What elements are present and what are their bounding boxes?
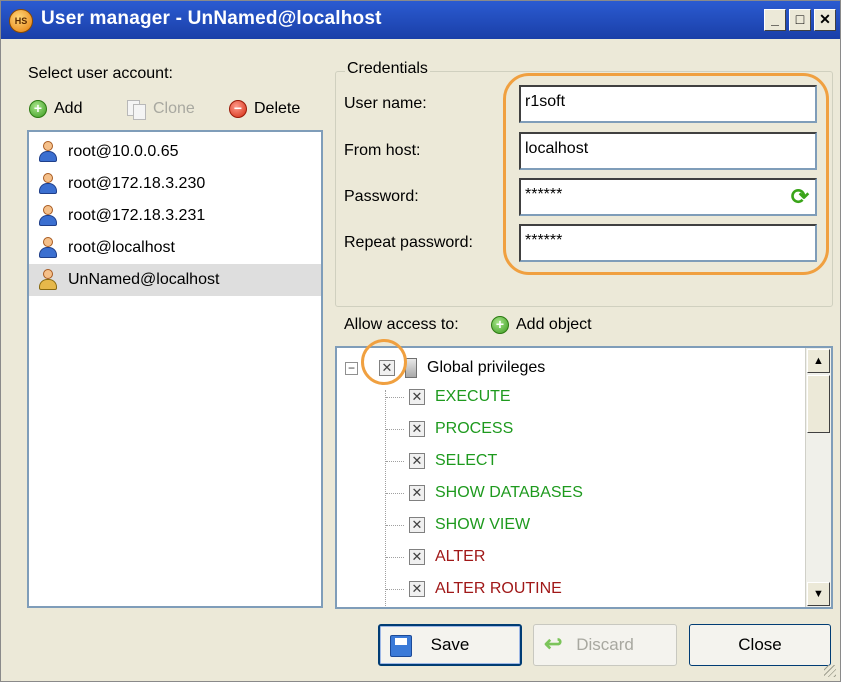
app-icon: HS [9,9,33,33]
scroll-thumb[interactable] [807,375,830,433]
title-bar[interactable]: HS User manager - UnNamed@localhost _ □ … [1,1,840,39]
account-label: root@172.18.3.230 [68,175,206,192]
account-list[interactable]: root@10.0.0.65 root@172.18.3.230 root@17… [27,130,323,608]
add-object-icon: + [491,316,509,334]
privilege-checkbox[interactable]: ✕ [409,389,425,405]
privilege-checkbox[interactable]: ✕ [409,453,425,469]
scroll-down-icon[interactable]: ▼ [807,582,830,606]
add-account-label: Add [54,100,83,117]
maximize-button[interactable]: □ [789,9,811,31]
save-icon [390,635,412,657]
close-button[interactable]: Close [689,624,831,666]
clone-account-label: Clone [153,100,195,117]
resize-grip[interactable] [824,665,836,677]
select-account-label: Select user account: [28,65,173,82]
list-item[interactable]: root@localhost [29,232,321,264]
list-item[interactable]: root@172.18.3.230 [29,168,321,200]
privilege-label: SELECT [435,452,498,469]
tree-node-privilege[interactable]: ✕ SHOW VIEW [409,510,530,540]
tree-connector [385,390,386,607]
save-label: Save [430,635,470,654]
tree-connector [386,589,404,590]
discard-button[interactable]: ↩ Discard [533,624,677,666]
repeat-password-label: Repeat password: [344,234,473,251]
tree-node-privilege[interactable]: ✕ SELECT [409,446,497,476]
user-manager-window: HS User manager - UnNamed@localhost _ □ … [0,0,841,682]
privilege-label: ALTER ROUTINE [435,580,562,597]
from-host-label: From host: [344,142,421,159]
tree-node-label: Global privileges [427,359,546,376]
tree-connector [386,493,404,494]
scroll-up-icon[interactable]: ▲ [807,349,830,373]
add-account-button[interactable]: + Add [29,96,82,122]
window-title: User manager - UnNamed@localhost [41,8,382,29]
add-object-label: Add object [516,316,592,333]
tree-node-privilege[interactable]: ✕ SHOW DATABASES [409,478,583,508]
delete-account-label: Delete [254,100,301,117]
tree-scrollbar[interactable]: ▲ ▼ [805,348,831,607]
user-name-label: User name: [344,95,427,112]
tree-connector [386,429,404,430]
delete-account-button[interactable]: − Delete [229,96,300,122]
delete-icon: − [229,100,247,118]
user-icon [38,237,58,259]
tree-connector [386,525,404,526]
password-label: Password: [344,188,419,205]
tree-connector [386,397,404,398]
add-object-button[interactable]: + Add object [491,312,592,338]
user-edit-icon [38,269,58,291]
checkbox-highlight-annotation [361,339,407,385]
list-item-selected[interactable]: UnNamed@localhost [29,264,321,296]
minimize-button[interactable]: _ [764,9,786,31]
account-label: root@10.0.0.65 [68,143,179,160]
account-label: UnNamed@localhost [68,271,220,288]
list-item[interactable]: root@10.0.0.65 [29,136,321,168]
collapse-icon[interactable]: − [345,362,358,375]
privilege-label: SHOW DATABASES [435,484,583,501]
privilege-label: PROCESS [435,420,514,437]
discard-icon: ↩ [544,631,563,656]
tree-node-privilege[interactable]: ✕ ALTER ROUTINE [409,574,562,604]
clone-account-button[interactable]: Clone [126,96,195,122]
close-label: Close [738,635,782,654]
tree-connector [386,557,404,558]
credentials-highlight-annotation [503,73,829,275]
privilege-checkbox[interactable]: ✕ [409,549,425,565]
privilege-label: SHOW VIEW [435,516,531,533]
save-button[interactable]: Save [378,624,522,666]
clone-icon [126,99,146,120]
account-label: root@172.18.3.231 [68,207,206,224]
tree-node-privilege[interactable]: ✕ EXECUTE [409,382,511,412]
list-item[interactable]: root@172.18.3.231 [29,200,321,232]
privilege-label: EXECUTE [435,388,511,405]
add-icon: + [29,100,47,118]
tree-connector [386,461,404,462]
tree-node-privilege[interactable]: ✕ PROCESS [409,414,513,444]
user-icon [38,141,58,163]
user-icon [38,173,58,195]
close-window-button[interactable]: ✕ [814,9,836,31]
allow-access-label: Allow access to: [344,316,459,333]
privilege-checkbox[interactable]: ✕ [409,581,425,597]
privilege-label: ALTER [435,548,486,565]
account-label: root@localhost [68,239,175,256]
tree-node-privilege[interactable]: ✕ ALTER [409,542,485,572]
privilege-checkbox[interactable]: ✕ [409,485,425,501]
credentials-title: Credentials [345,60,430,78]
discard-label: Discard [576,635,634,654]
privilege-checkbox[interactable]: ✕ [409,421,425,437]
privileges-tree[interactable]: − ✕ Global privileges ✕ EXECUTE ✕ PROCES… [335,346,833,609]
user-icon [38,205,58,227]
privilege-checkbox[interactable]: ✕ [409,517,425,533]
